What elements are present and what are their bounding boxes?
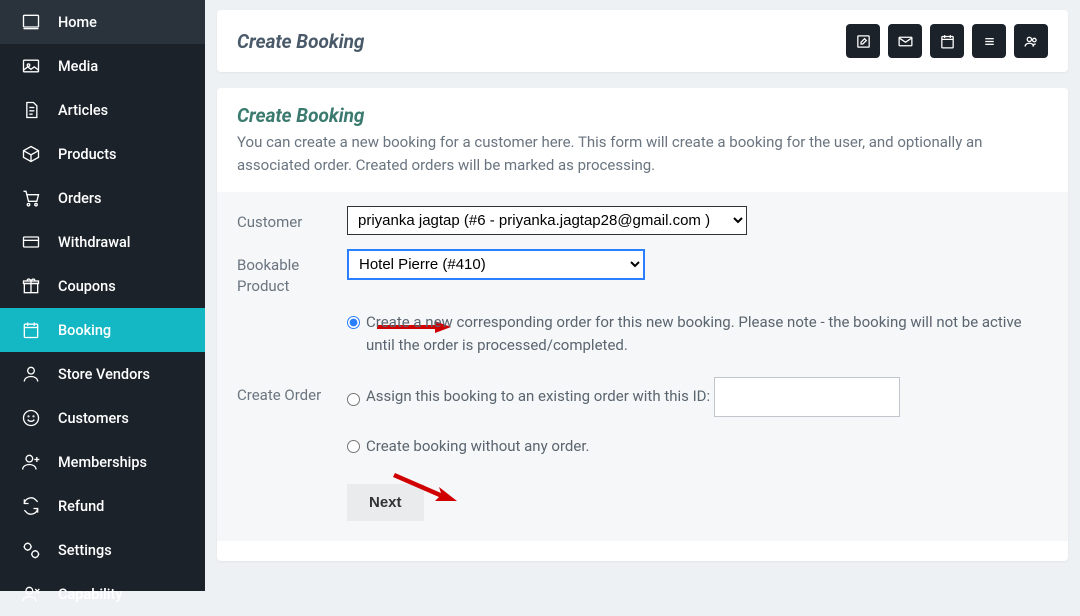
customer-select[interactable]: priyanka jagtap (#6 - priyanka.jagtap28@…	[347, 206, 747, 235]
customer-label: Customer	[237, 206, 347, 235]
sidebar-item-label: Home	[58, 14, 97, 31]
edit-button[interactable]	[846, 24, 880, 58]
sidebar-item-label: Store Vendors	[58, 366, 150, 383]
smile-icon	[20, 407, 42, 429]
calendar-icon	[20, 319, 42, 341]
user-icon	[20, 363, 42, 385]
sidebar-item-capability[interactable]: Capability	[0, 572, 205, 616]
user-plus-icon	[20, 451, 42, 473]
section-desc: You can create a new booking for a custo…	[237, 131, 1048, 178]
gear-icon	[20, 539, 42, 561]
product-select[interactable]: Hotel Pierre (#410)	[347, 249, 645, 280]
refresh-icon	[20, 495, 42, 517]
users-button[interactable]	[1014, 24, 1048, 58]
content-card: Create Booking You can create a new book…	[217, 88, 1068, 561]
sidebar-item-customers[interactable]: Customers	[0, 396, 205, 440]
main-area: Create Booking Create Booking You can cr…	[205, 0, 1080, 591]
cart-icon	[20, 187, 42, 209]
sidebar-item-memberships[interactable]: Memberships	[0, 440, 205, 484]
sidebar-item-label: Orders	[58, 190, 102, 207]
image-icon	[20, 55, 42, 77]
header-actions	[846, 24, 1048, 58]
radio-assign-order[interactable]	[347, 393, 360, 406]
form-area: Customer priyanka jagtap (#6 - priyanka.…	[217, 192, 1068, 542]
sidebar-item-label: Refund	[58, 498, 104, 515]
sidebar-item-label: Media	[58, 58, 98, 75]
sidebar-item-coupons[interactable]: Coupons	[0, 264, 205, 308]
box-icon	[20, 143, 42, 165]
home-icon	[20, 11, 42, 33]
card-icon	[20, 231, 42, 253]
sidebar-item-refund[interactable]: Refund	[0, 484, 205, 528]
create-order-label: Create Order	[237, 311, 347, 473]
sidebar-item-withdrawal[interactable]: Withdrawal	[0, 220, 205, 264]
sidebar-item-media[interactable]: Media	[0, 44, 205, 88]
sidebar-item-booking[interactable]: Booking	[0, 308, 205, 352]
next-button[interactable]: Next	[347, 484, 424, 521]
sidebar: Home Media Articles Products Orders With…	[0, 0, 205, 591]
radio-new-order[interactable]	[347, 316, 360, 329]
sidebar-item-home[interactable]: Home	[0, 0, 205, 44]
sidebar-item-articles[interactable]: Articles	[0, 88, 205, 132]
sidebar-item-settings[interactable]: Settings	[0, 528, 205, 572]
page-title: Create Booking	[237, 30, 364, 53]
calendar-button[interactable]	[930, 24, 964, 58]
radio-assign-order-label[interactable]: Assign this booking to an existing order…	[366, 385, 710, 408]
sidebar-item-orders[interactable]: Orders	[0, 176, 205, 220]
sidebar-item-products[interactable]: Products	[0, 132, 205, 176]
section-title: Create Booking	[237, 104, 1048, 127]
sidebar-item-label: Products	[58, 146, 117, 163]
sidebar-item-label: Customers	[58, 410, 129, 427]
page-header: Create Booking	[217, 10, 1068, 72]
sidebar-item-label: Memberships	[58, 454, 147, 471]
sidebar-item-label: Capability	[58, 586, 122, 603]
sidebar-item-label: Coupons	[58, 278, 116, 295]
sidebar-item-label: Settings	[58, 542, 112, 559]
radio-new-order-label[interactable]: Create a new corresponding order for thi…	[366, 311, 1048, 358]
file-text-icon	[20, 99, 42, 121]
product-label: Bookable Product	[237, 249, 347, 297]
radio-no-order-label[interactable]: Create booking without any order.	[366, 435, 589, 458]
existing-order-id-input[interactable]	[714, 377, 900, 417]
user-x-icon	[20, 583, 42, 605]
list-button[interactable]	[972, 24, 1006, 58]
gift-icon	[20, 275, 42, 297]
sidebar-item-label: Withdrawal	[58, 234, 130, 251]
sidebar-item-store-vendors[interactable]: Store Vendors	[0, 352, 205, 396]
sidebar-item-label: Booking	[58, 322, 111, 339]
radio-no-order[interactable]	[347, 440, 360, 453]
mail-button[interactable]	[888, 24, 922, 58]
sidebar-item-label: Articles	[58, 102, 108, 119]
